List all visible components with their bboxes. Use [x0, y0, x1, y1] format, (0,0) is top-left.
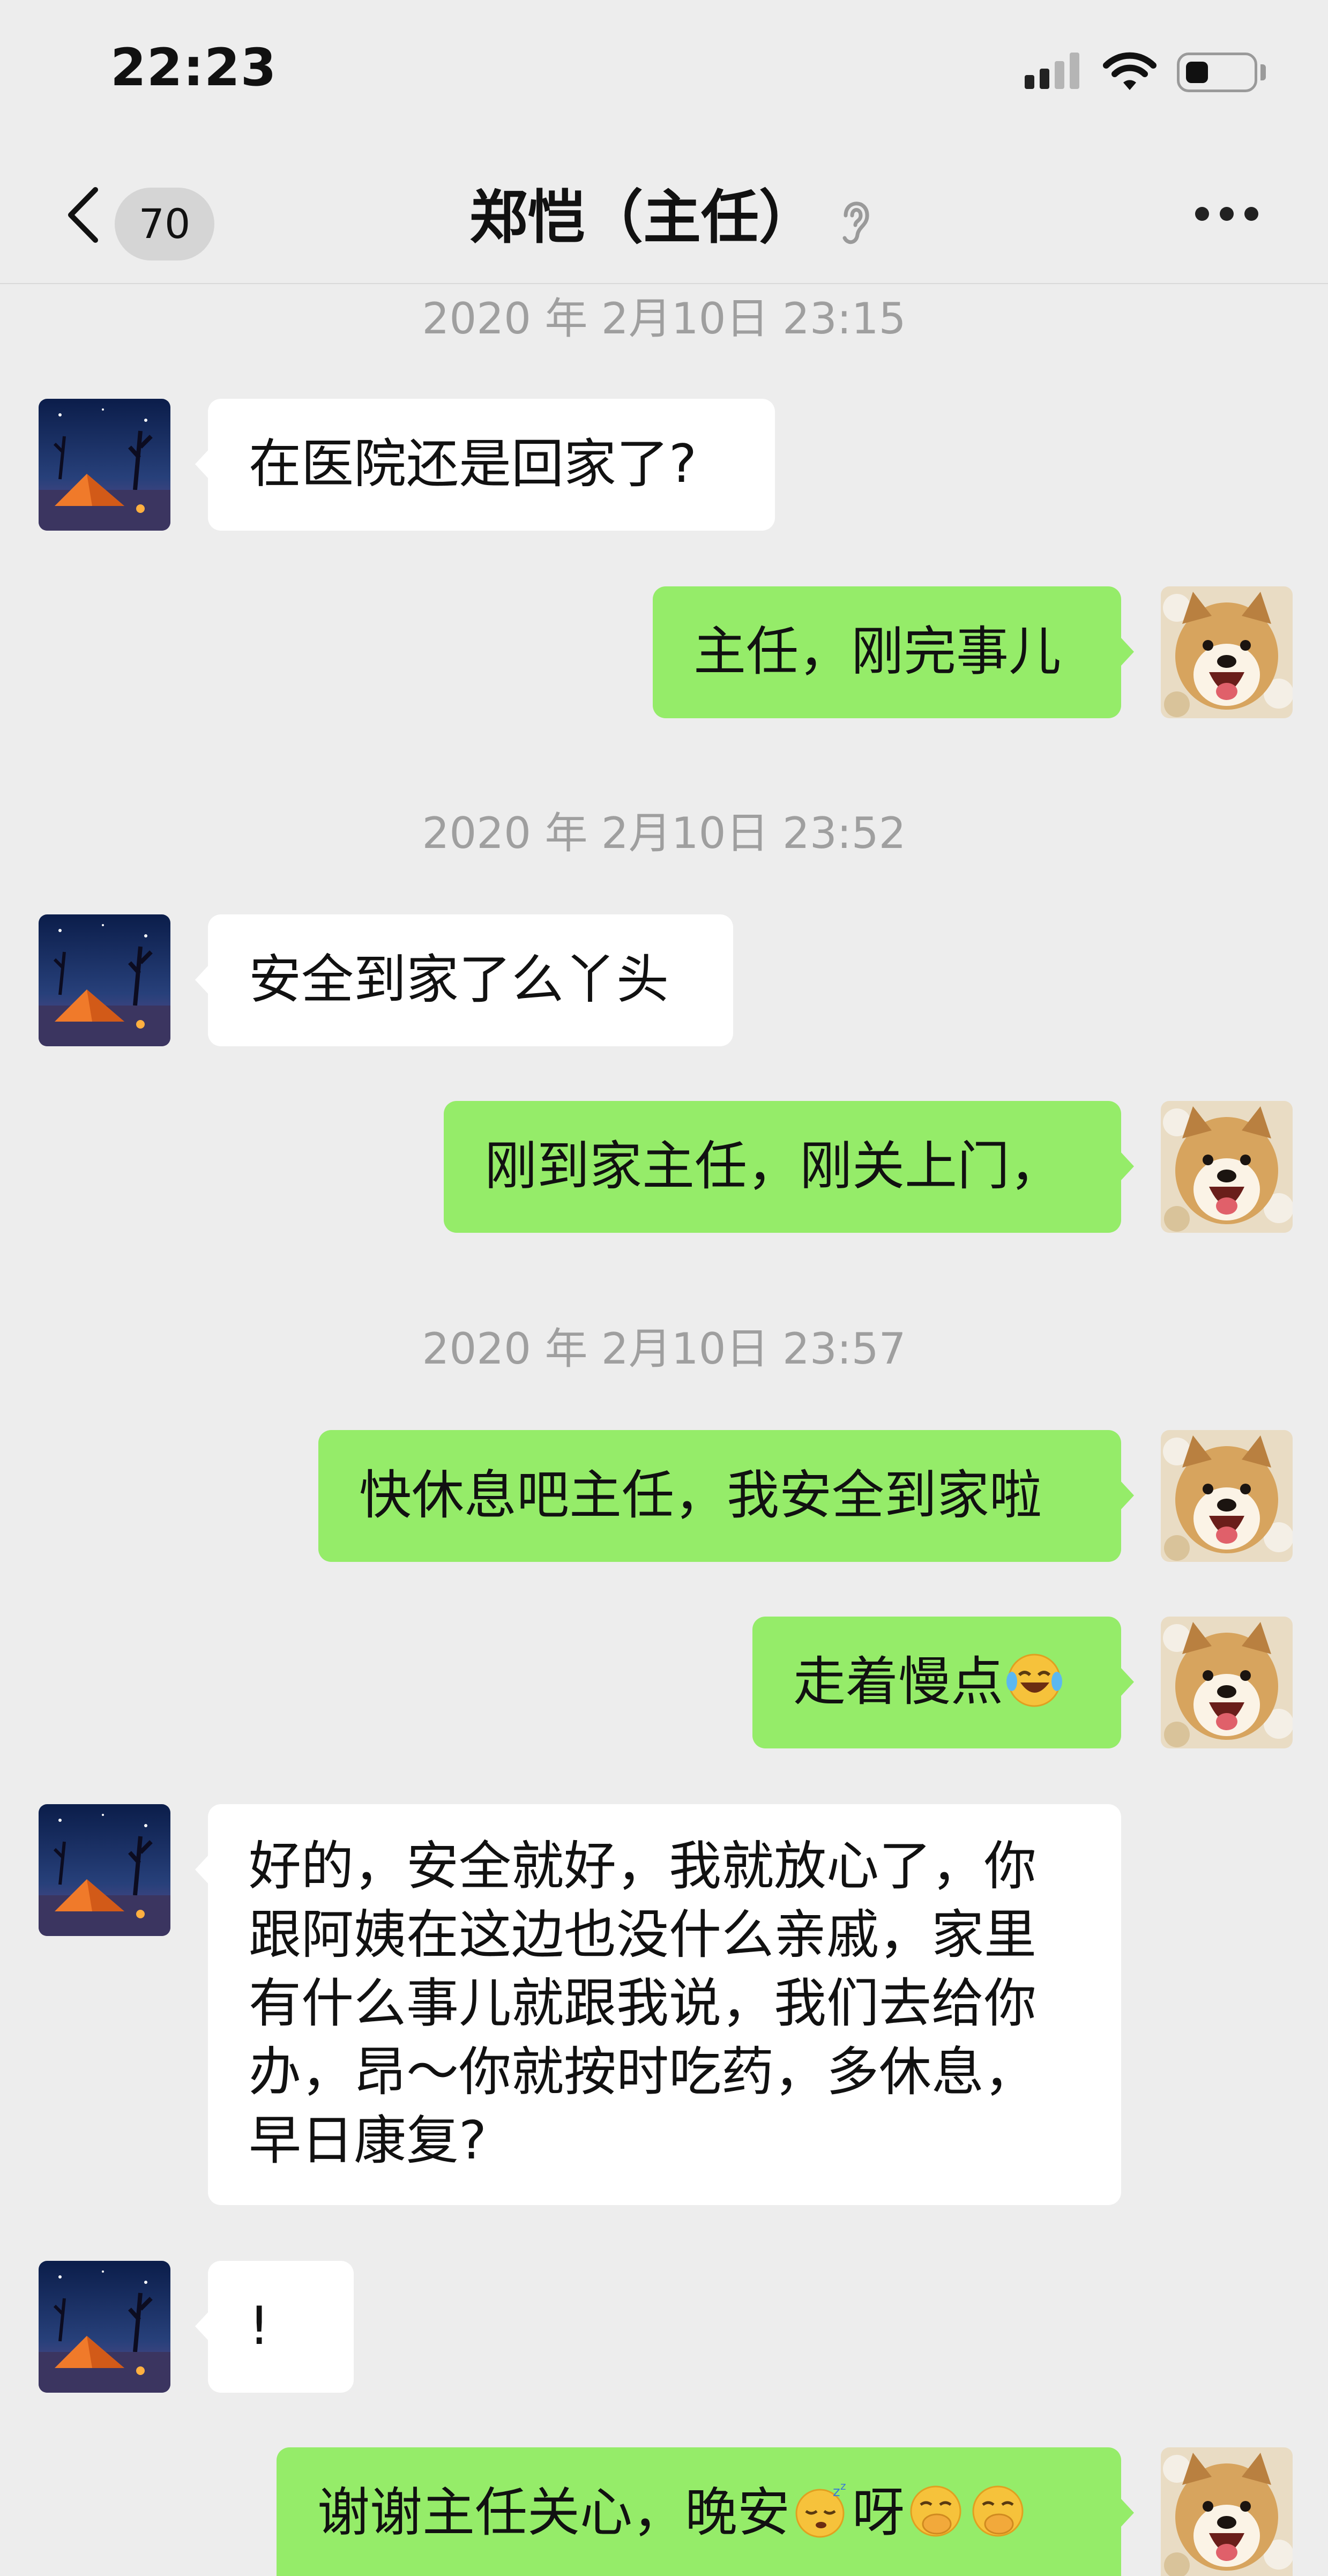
more-options-icon[interactable] [1195, 207, 1259, 223]
contact-avatar[interactable] [39, 914, 170, 1046]
user-avatar[interactable] [1161, 1101, 1293, 1233]
message-timestamp: 2020 年 2月10日 23:15 [422, 294, 906, 344]
chat-header: 70 郑恺（主任） [0, 139, 1328, 284]
message-line: 有什么事儿就跟我说，我们去给你 [249, 1973, 1037, 2034]
message-line: 早日康复? [249, 2110, 487, 2171]
sleeping-emoji-icon: z z [795, 2480, 846, 2538]
laughing-crying-emoji-icon [1006, 1654, 1063, 1707]
outgoing-message[interactable]: 谢谢主任关心，晚安 z z 呀 [277, 2447, 1134, 2576]
unread-count-badge[interactable]: 70 [115, 188, 214, 260]
back-arrow-icon[interactable] [64, 185, 102, 244]
message-text: 走着慢点 [793, 1651, 1004, 1713]
status-bar: 22:23 [0, 0, 1328, 139]
cellular-signal-icon [1025, 51, 1080, 89]
incoming-message[interactable]: 好的，安全就好，我就放心了，你 跟阿姨在这边也没什么亲戚，家里 有什么事儿就跟我… [195, 1804, 1121, 2205]
incoming-message[interactable]: 安全到家了么丫头 [195, 914, 733, 1046]
wifi-icon [1103, 52, 1157, 90]
hand-over-mouth-emoji-icon [972, 2485, 1024, 2537]
user-avatar[interactable] [1161, 1430, 1293, 1562]
outgoing-message[interactable]: 主任，刚完事儿 [653, 586, 1134, 718]
outgoing-message[interactable]: 快休息吧主任，我安全到家啦 [318, 1430, 1134, 1562]
battery-icon [1177, 53, 1257, 92]
status-time: 22:23 [110, 38, 277, 98]
message-timestamp: 2020 年 2月10日 23:57 [422, 1324, 906, 1374]
message-timestamp: 2020 年 2月10日 23:52 [422, 808, 906, 858]
outgoing-message[interactable]: 刚到家主任，刚关上门， [444, 1101, 1134, 1233]
user-avatar[interactable] [1161, 2447, 1293, 2576]
svg-text:z: z [833, 2484, 840, 2500]
message-line: 办，昂～你就按时吃药，多休息， [249, 2042, 1037, 2103]
hand-over-mouth-emoji-icon [910, 2485, 961, 2537]
user-avatar[interactable] [1161, 1617, 1293, 1748]
chat-title[interactable]: 郑恺（主任） [375, 173, 911, 264]
message-line: 跟阿姨在这边也没什么亲戚，家里 [249, 1904, 1037, 1965]
contact-avatar[interactable] [39, 399, 170, 531]
earpiece-mode-icon [842, 202, 869, 244]
user-avatar[interactable] [1161, 586, 1293, 718]
svg-text:z: z [840, 2480, 846, 2492]
contact-avatar[interactable] [39, 2261, 170, 2393]
message-text: 呀 [852, 2482, 905, 2543]
contact-avatar[interactable] [39, 1804, 170, 1936]
incoming-message[interactable]: ! [195, 2261, 354, 2393]
incoming-message[interactable]: 在医院还是回家了? [195, 399, 775, 531]
message-text: 谢谢主任关心，晚安 [317, 2482, 790, 2543]
battery-cap [1260, 64, 1266, 80]
outgoing-message[interactable]: 走着慢点 [752, 1617, 1134, 1748]
message-line: 好的，安全就好，我就放心了，你 [249, 1836, 1037, 1897]
